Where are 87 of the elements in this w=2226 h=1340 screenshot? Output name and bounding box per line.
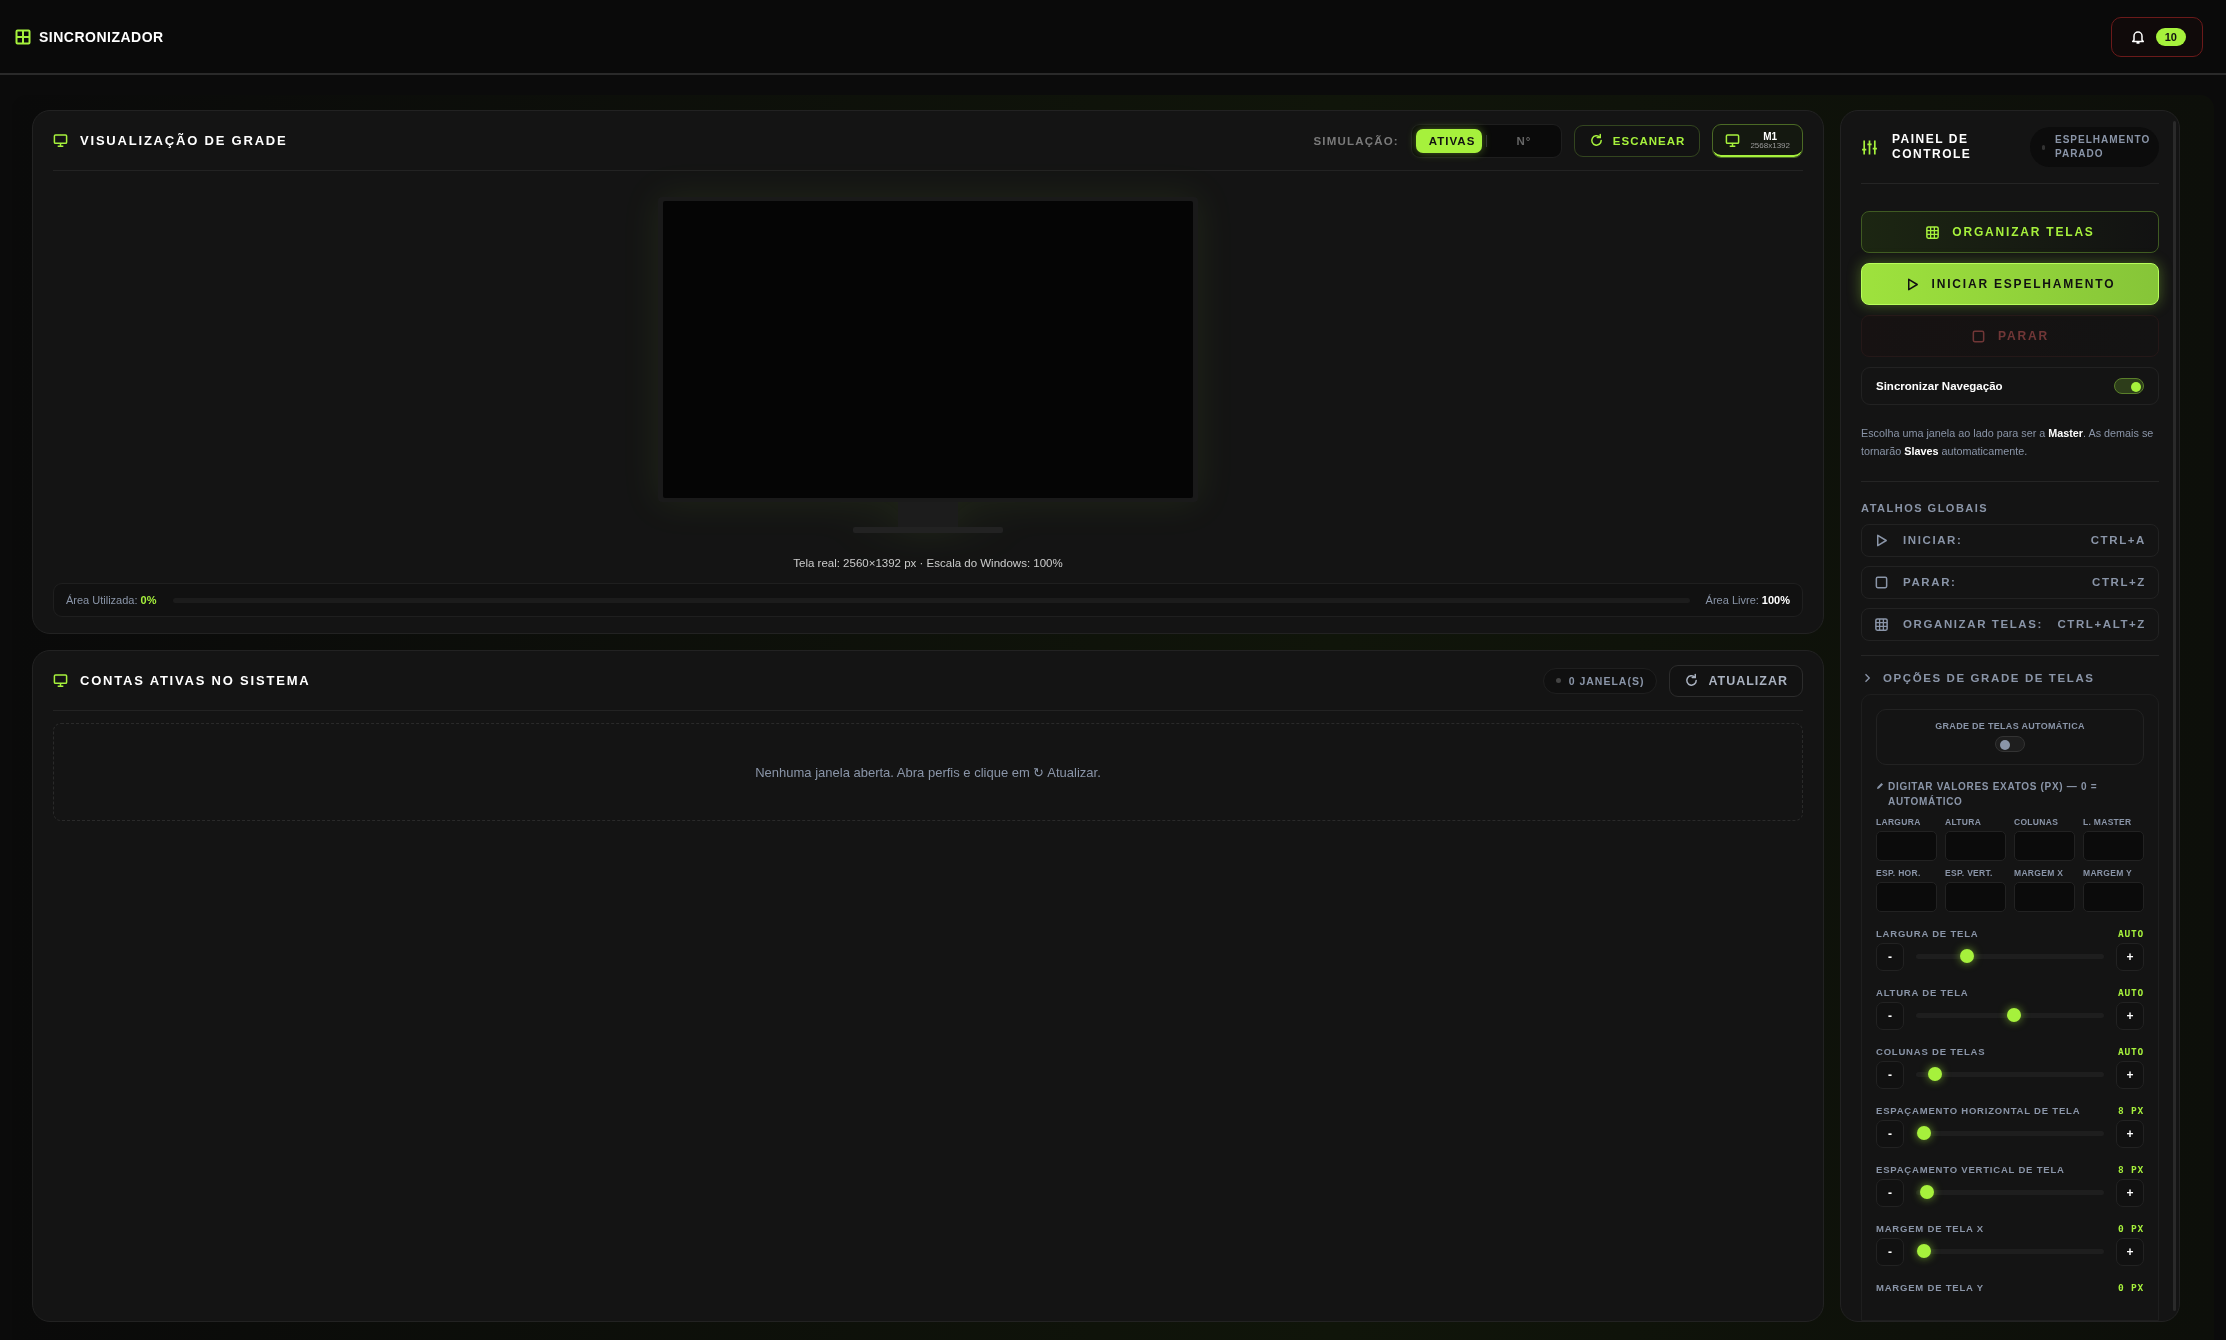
- shortcut-label: INICIAR:: [1903, 534, 1963, 547]
- start-button[interactable]: INICIAR ESPELHAMENTO: [1861, 263, 2159, 305]
- slider-thumb[interactable]: [1916, 1244, 1931, 1259]
- monitor-button[interactable]: M1 2568x1392: [1712, 123, 1803, 158]
- slider-thumb[interactable]: [1920, 1185, 1935, 1200]
- decrease-button[interactable]: -: [1876, 1119, 1904, 1148]
- square-icon: [1971, 328, 1987, 344]
- square-icon: [1874, 574, 1889, 590]
- slider-thumb[interactable]: [1916, 1126, 1931, 1141]
- slider-label: LARGURA DE TELA: [1876, 927, 1979, 939]
- refresh-icon: [1588, 133, 1604, 148]
- monitor-icon: [1725, 133, 1741, 148]
- shortcut-label: ORGANIZAR TELAS:: [1903, 618, 2043, 631]
- slider-label: MARGEM DE TELA Y: [1876, 1281, 1984, 1293]
- slider-label: MARGEM DE TELA X: [1876, 1222, 1984, 1234]
- shortcut-keys: CTRL+Z: [2092, 576, 2146, 589]
- monitor-icon: [53, 673, 68, 688]
- monitor-icon: [53, 133, 68, 148]
- decrease-button[interactable]: -: [1876, 1001, 1904, 1030]
- slider-value: AUTO: [2117, 1045, 2144, 1057]
- auto-grid-switch[interactable]: [1995, 736, 2025, 753]
- slider-thumb[interactable]: [2006, 1008, 2021, 1023]
- slider-value: 0 PX: [2117, 1222, 2144, 1234]
- field-label: ESP. VERT.: [1945, 867, 1994, 878]
- shortcut-label: PARAR:: [1903, 576, 1957, 589]
- grid-icon: [1874, 616, 1889, 632]
- auto-grid-label: GRADE DE TELAS AUTOMÁTICA: [1935, 721, 2085, 732]
- sync-switch[interactable]: [2114, 378, 2144, 394]
- field-label: COLUNAS: [2014, 816, 2060, 827]
- refresh-icon: [1684, 673, 1700, 688]
- increase-button[interactable]: +: [2116, 1060, 2144, 1089]
- decrease-button[interactable]: -: [1876, 942, 1904, 971]
- organize-button[interactable]: ORGANIZAR TELAS: [1861, 211, 2159, 253]
- app-title: SINCRONIZADOR: [39, 28, 164, 45]
- increase-button[interactable]: +: [2116, 1119, 2144, 1148]
- slider-value: 0 PX: [2117, 1281, 2144, 1293]
- grid-logo-icon: [15, 28, 31, 45]
- refresh-button[interactable]: ATUALIZAR: [1669, 664, 1803, 697]
- play-icon: [1874, 532, 1889, 548]
- decrease-button[interactable]: -: [1876, 1178, 1904, 1207]
- hint-text: Escolha uma janela ao lado para ser a Master. As demais se tornarão Slaves automaticamente.: [1861, 426, 2155, 459]
- status-badge: ESPELHAMENTO PARADO: [2030, 127, 2159, 167]
- field-label: ESP. HOR.: [1876, 867, 1922, 878]
- card-title: CONTAS ATIVAS NO SISTEMA: [80, 673, 311, 688]
- empty-message: Nenhuma janela aberta. Abra perfis e clique em ↻ Atualizar.: [755, 764, 1101, 780]
- decrease-button[interactable]: -: [1876, 1237, 1904, 1266]
- decrease-button[interactable]: -: [1876, 1060, 1904, 1089]
- bell-icon: [2129, 28, 2146, 45]
- field-label: MARGEM Y: [2083, 867, 2133, 878]
- field-label: ALTURA: [1945, 816, 1983, 827]
- simulation-label: SIMULAÇÃO:: [1313, 134, 1399, 147]
- field-label: MARGEM X: [2014, 867, 2065, 878]
- scan-button[interactable]: ESCANEAR: [1573, 124, 1701, 157]
- slider-label: COLUNAS DE TELAS: [1876, 1045, 1986, 1057]
- pencil-icon: [1876, 781, 1884, 790]
- increase-button[interactable]: +: [2116, 942, 2144, 971]
- slider-label: ALTURA DE TELA: [1876, 986, 1969, 998]
- grid-icon: [1925, 224, 1941, 240]
- card-title: VISUALIZAÇÃO DE GRADE: [80, 133, 288, 148]
- field-label: LARGURA: [1876, 816, 1922, 827]
- section-title: ATALHOS GLOBAIS: [1861, 501, 1990, 514]
- slider-value: 8 PX: [2117, 1163, 2144, 1175]
- free-area-label: Área Livre: 100%: [1705, 594, 1790, 606]
- slider-thumb[interactable]: [1959, 949, 1974, 964]
- window-count-badge: 0 JANELA(S): [1542, 667, 1658, 694]
- notifications-button[interactable]: 10: [2110, 16, 2203, 57]
- slider-value: AUTO: [2117, 927, 2144, 939]
- notification-count: 10: [2155, 27, 2186, 46]
- exact-values-title: DIGITAR VALORES EXATOS (PX) — 0 = AUTOMÁTICO: [1888, 779, 2099, 809]
- slider-thumb[interactable]: [1927, 1067, 1942, 1082]
- slider-label: ESPAÇAMENTO VERTICAL DE TELA: [1876, 1163, 2065, 1175]
- shortcut-keys: CTRL+A: [2090, 534, 2146, 547]
- field-label: L. MASTER: [2083, 816, 2133, 827]
- increase-button[interactable]: +: [2116, 1237, 2144, 1266]
- increase-button[interactable]: +: [2116, 1178, 2144, 1207]
- sync-label: Sincronizar Navegação: [1876, 380, 2003, 392]
- increase-button[interactable]: +: [2116, 1001, 2144, 1030]
- screen-caption: Tela real: 2560×1392 px · Escala do Windows: 100%: [793, 557, 1063, 569]
- slider-value: 8 PX: [2117, 1104, 2144, 1116]
- slider-label: ESPAÇAMENTO HORIZONTAL DE TELA: [1876, 1104, 2081, 1116]
- shortcut-keys: CTRL+ALT+Z: [2057, 618, 2146, 631]
- grid-options-toggle[interactable]: OPÇÕES DE GRADE DE TELAS: [1861, 671, 2159, 684]
- sliders-icon: [1861, 138, 1878, 156]
- used-area-label: Área Utilizada: 0%: [66, 594, 157, 606]
- slider-value: AUTO: [2117, 986, 2144, 998]
- panel-title: PAINEL DE CONTROLE: [1892, 132, 1973, 162]
- simulation-tab[interactable]: ATIVAS: [1415, 128, 1482, 153]
